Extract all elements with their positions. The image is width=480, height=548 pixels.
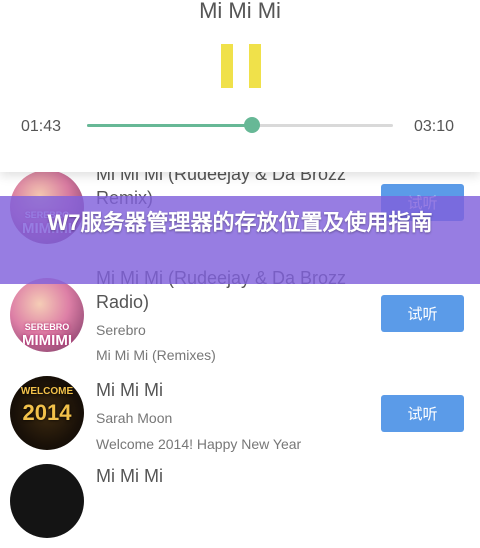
list-item[interactable]: Mi Mi Mi bbox=[0, 456, 480, 548]
progress-thumb[interactable] bbox=[244, 117, 261, 133]
song-artist: Sarah Moon bbox=[96, 410, 173, 426]
progress-slider[interactable] bbox=[87, 117, 393, 133]
overlay-banner: W7服务器管理器的存放位置及使用指南 bbox=[0, 196, 480, 284]
pause-button[interactable] bbox=[221, 44, 261, 88]
list-item[interactable]: WELCOME 2014 Mi Mi Mi Sarah Moon Welcome… bbox=[0, 372, 480, 464]
album-art bbox=[10, 464, 84, 538]
song-album: Mi Mi Mi (Remixes) bbox=[96, 347, 216, 363]
pause-icon bbox=[221, 44, 233, 88]
song-album: Welcome 2014! Happy New Year bbox=[96, 436, 302, 452]
progress-fill bbox=[87, 124, 253, 127]
total-time: 03:10 bbox=[414, 118, 455, 135]
song-title: Mi Mi Mi bbox=[96, 466, 163, 486]
current-time: 01:43 bbox=[21, 118, 62, 135]
album-art: WELCOME 2014 bbox=[10, 376, 84, 450]
pause-icon-bar bbox=[249, 44, 261, 88]
preview-button[interactable]: 试听 bbox=[381, 295, 464, 332]
player-panel: Mi Mi Mi 01:43 03:10 bbox=[0, 0, 480, 172]
album-art: SEREBRO MIMIMI bbox=[10, 278, 84, 352]
now-playing-title: Mi Mi Mi bbox=[199, 0, 281, 23]
song-title: Mi Mi Mi bbox=[96, 380, 163, 400]
preview-button[interactable]: 试听 bbox=[381, 395, 464, 432]
banner-title: W7服务器管理器的存放位置及使用指南 bbox=[47, 210, 433, 235]
song-artist: Serebro bbox=[96, 322, 146, 338]
